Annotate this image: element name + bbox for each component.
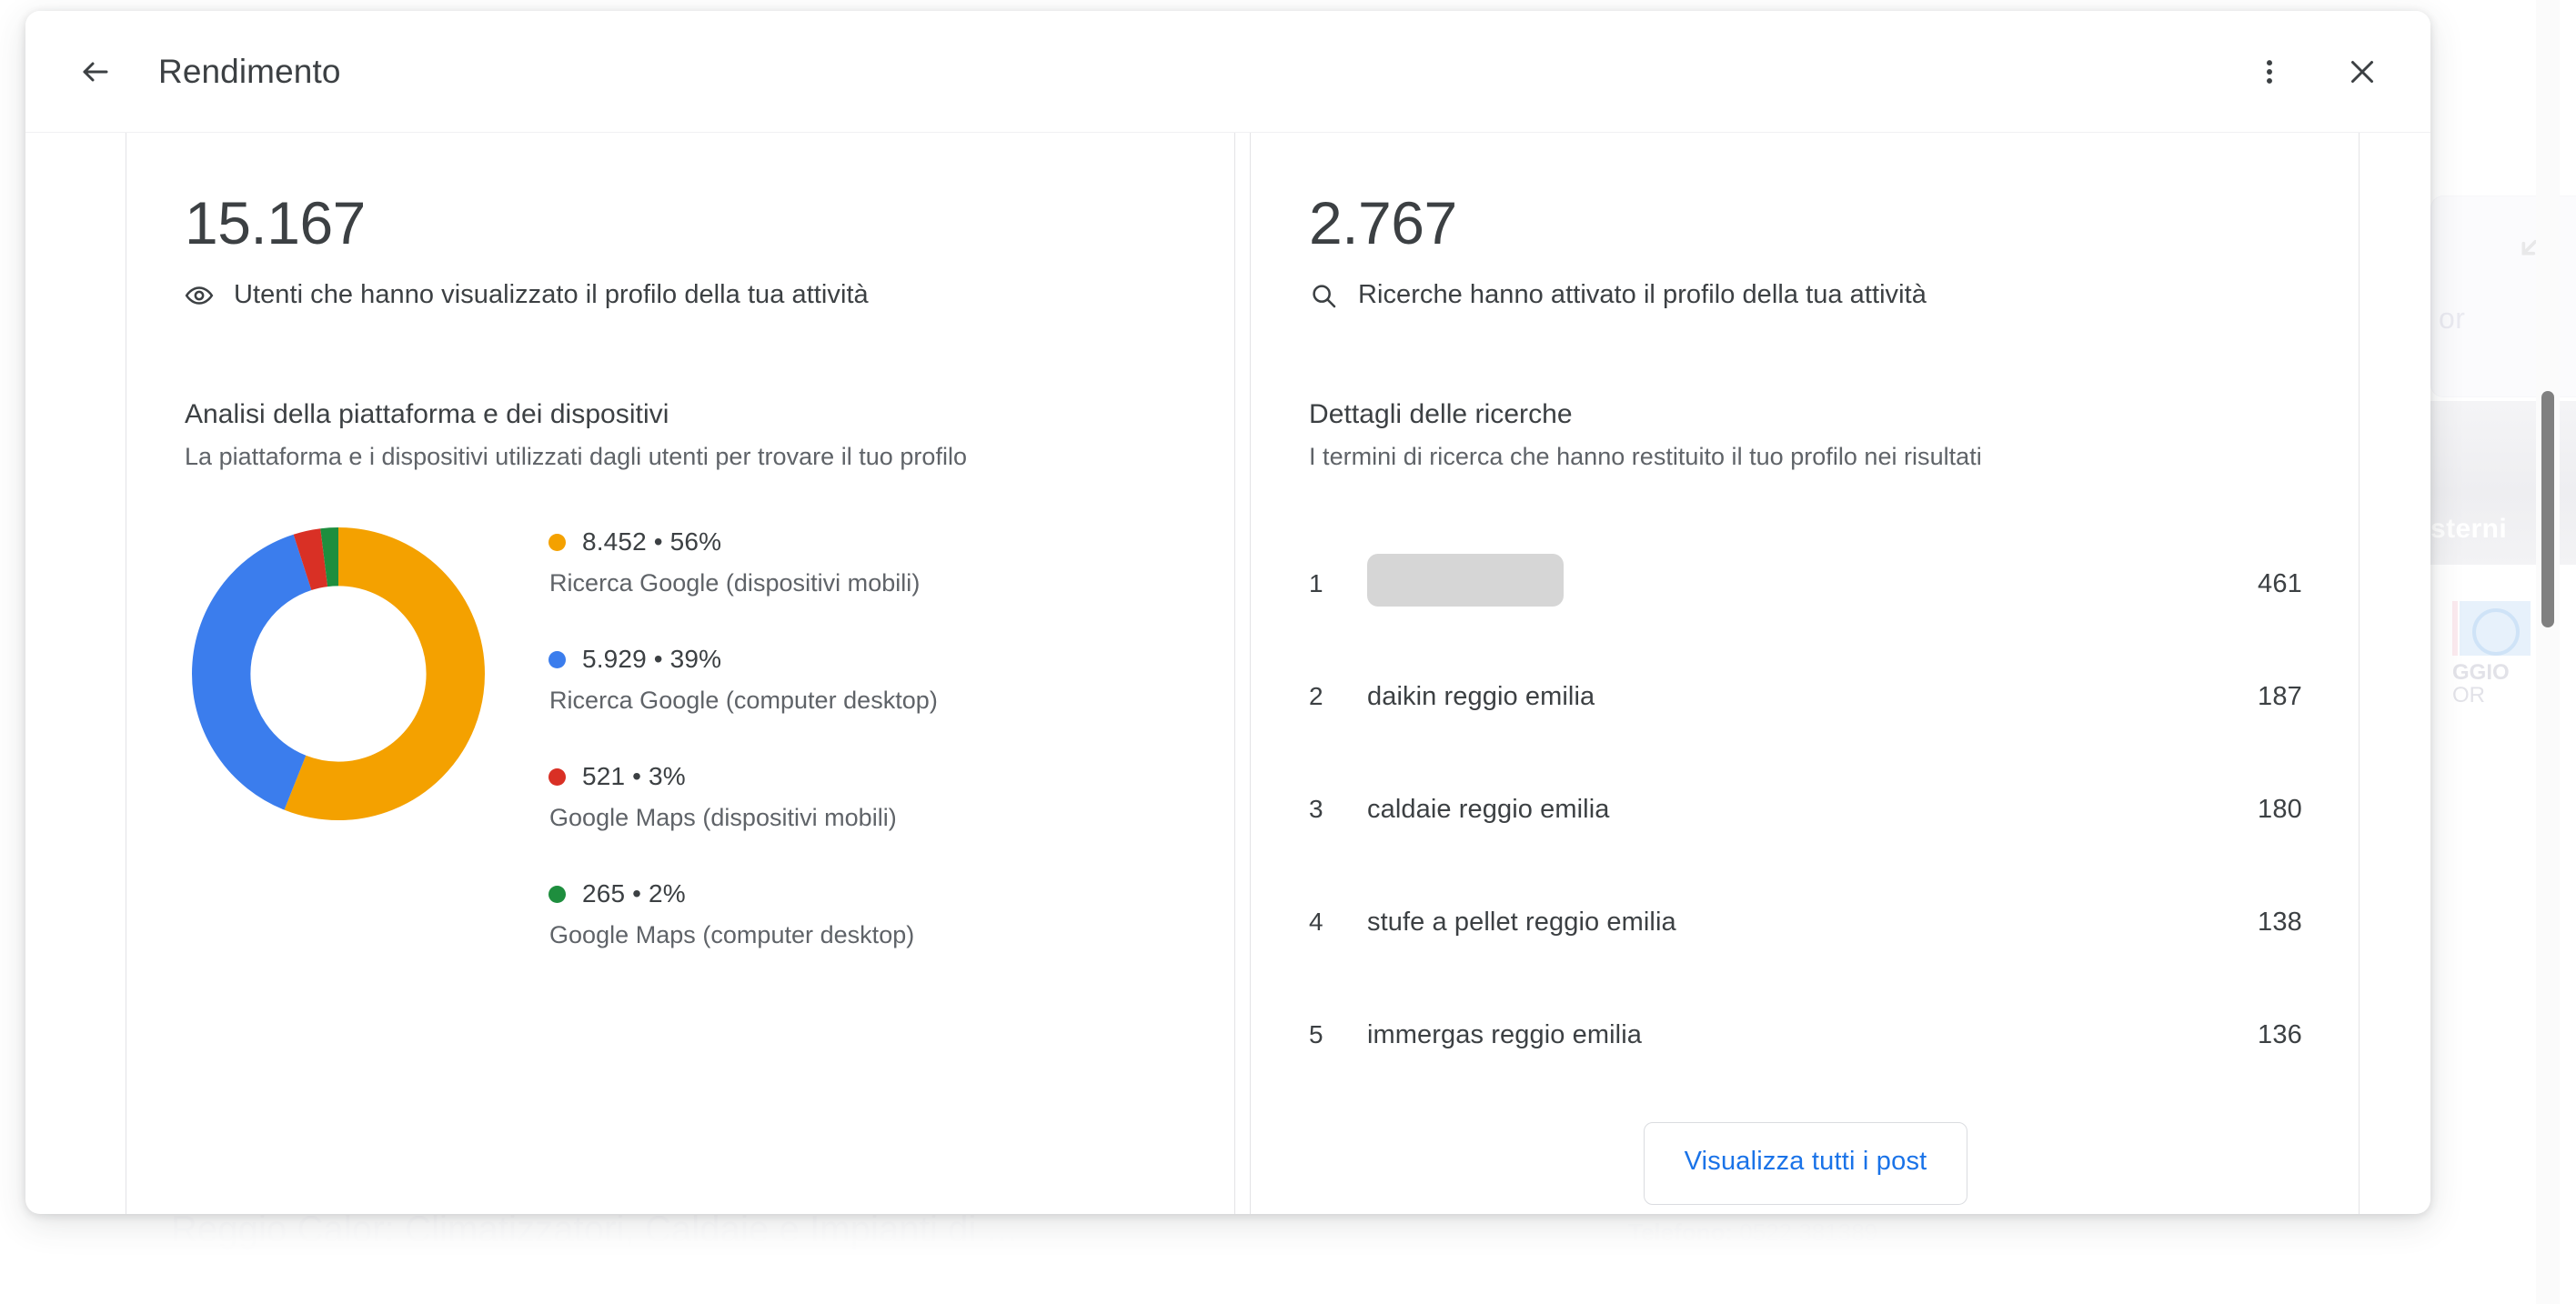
- platform-section-subtitle: La piattaforma e i dispositivi utilizzat…: [185, 443, 968, 470]
- term-count: 180: [2258, 794, 2302, 824]
- legend-color-dot: [548, 885, 566, 903]
- background-phone-row: Telefono: 0522 381389: [1628, 1219, 2447, 1247]
- platform-donut-chart: [192, 527, 485, 820]
- legend-item: 5.929 • 39% Ricerca Google (computer des…: [548, 645, 1178, 715]
- dialog-title: Rendimento: [158, 52, 341, 90]
- view-all-posts-button[interactable]: Visualizza tutti i post: [1643, 1122, 1968, 1205]
- views-metric-value: 15.167: [185, 189, 366, 256]
- background-rail-logo: GGIO OR: [2436, 601, 2536, 707]
- background-business-name: Reggio Calor: [171, 1274, 318, 1301]
- background-province-label: Provincia:: [1628, 1290, 1743, 1304]
- eye-icon: [185, 281, 214, 310]
- term-text: stufe a pellet reggio emilia: [1367, 907, 1676, 937]
- legend-value: 5.929 • 39%: [582, 645, 722, 673]
- arrow-left-icon: [79, 55, 112, 88]
- redacted-term-blob: [1367, 554, 1564, 607]
- back-button[interactable]: [67, 44, 124, 100]
- legend-label: Google Maps (dispositivi mobili): [549, 804, 897, 831]
- table-row[interactable]: 2 daikin reggio emilia 187: [1309, 640, 2302, 753]
- legend-item: 265 • 2% Google Maps (computer desktop): [548, 879, 1178, 949]
- searches-metric-row: Ricerche hanno attivato il profilo della…: [1309, 280, 2302, 310]
- legend-color-dot: [548, 533, 566, 551]
- background-business-description: Reggio Calor si occupa di Impianti di ri…: [171, 1274, 1590, 1302]
- term-rank: 4: [1309, 908, 1323, 936]
- legend-item: 8.452 • 56% Ricerca Google (dispositivi …: [548, 527, 1178, 597]
- background-rail-logo-badge: [2452, 601, 2531, 656]
- term-rank: 3: [1309, 795, 1323, 823]
- background-province-row: Provincia: Provincia di Reggio Emilia: [1628, 1290, 2447, 1304]
- term-rank: 2: [1309, 682, 1323, 710]
- term-count: 138: [2258, 907, 2302, 937]
- legend-label: Ricerca Google (dispositivi mobili): [549, 569, 921, 597]
- dialog-header-actions: [2241, 44, 2390, 100]
- background-phone-label: Telefono:: [1628, 1219, 1734, 1246]
- background-rail-photo-label: sterni: [2430, 514, 2508, 544]
- term-text: caldaie reggio emilia: [1367, 794, 1610, 824]
- background-rail-logo-line1: GGIO: [2452, 660, 2510, 685]
- body-right-gutter: [2360, 133, 2430, 1214]
- platform-section-title: Analisi della piattaforma e dei disposit…: [185, 399, 669, 429]
- background-contact-info: Telefono: 0522 381389 Provincia: Provinc…: [1628, 1219, 2447, 1304]
- term-count: 187: [2258, 681, 2302, 711]
- legend-value: 8.452 • 56%: [582, 527, 722, 556]
- panel-divider-gap: [1235, 133, 1250, 1214]
- searches-metric-value: 2.767: [1309, 189, 1457, 256]
- table-row[interactable]: 3 caldaie reggio emilia 180: [1309, 753, 2302, 866]
- close-button[interactable]: [2334, 44, 2390, 100]
- searches-metric-caption: Ricerche hanno attivato il profilo della…: [1358, 280, 1927, 309]
- term-text: [1367, 554, 2220, 614]
- dialog-body: 15.167 Utenti che hanno visualizzato il …: [25, 132, 2430, 1214]
- table-row[interactable]: 5 immergas reggio emilia 136: [1309, 978, 2302, 1091]
- term-rank: 5: [1309, 1020, 1323, 1048]
- search-terms-list: 1 461 2 daikin reggio emilia 187 3 calda…: [1309, 527, 2302, 1091]
- table-row[interactable]: 4 stufe a pellet reggio emilia 138: [1309, 866, 2302, 978]
- term-text: immergas reggio emilia: [1367, 1019, 1642, 1049]
- donut-chart-svg: [192, 527, 485, 820]
- performance-dialog: Rendimento 15.167 Utenti che hanno visua…: [25, 11, 2430, 1214]
- page-scrollbar[interactable]: [2536, 0, 2560, 1304]
- views-metric-row: Utenti che hanno visualizzato il profilo…: [185, 280, 1178, 310]
- panel-search-details: 2.767 Ricerche hanno attivato il profilo…: [1250, 133, 2360, 1214]
- background-rail-logo-line2: OR: [2452, 683, 2485, 708]
- search-section-subtitle: I termini di ricerca che hanno restituit…: [1309, 443, 1982, 470]
- background-business-description-text: si occupa di Impianti di riscaldamento e…: [317, 1274, 1068, 1301]
- platform-legend: 8.452 • 56% Ricerca Google (dispositivi …: [548, 520, 1178, 949]
- views-metric-caption: Utenti che hanno visualizzato il profilo…: [234, 280, 869, 309]
- legend-label: Ricerca Google (computer desktop): [549, 687, 938, 714]
- swirl-icon: [2472, 608, 2520, 656]
- background-province-value: Provincia di Reggio Emilia: [1742, 1290, 2024, 1304]
- platform-breakdown: 8.452 • 56% Ricerca Google (dispositivi …: [185, 520, 1178, 949]
- background-business-info: Reggio Calor: Climatizzatori, Caldaie e …: [171, 1209, 1590, 1302]
- panel-platform-breakdown: 15.167 Utenti che hanno visualizzato il …: [126, 133, 1235, 1214]
- page-scrollbar-thumb[interactable]: [2541, 391, 2554, 627]
- legend-item: 521 • 3% Google Maps (dispositivi mobili…: [548, 762, 1178, 832]
- legend-color-dot: [548, 767, 566, 786]
- more-vert-icon: [2254, 56, 2285, 87]
- close-icon: [2346, 55, 2379, 88]
- background-rail-logo-text: GGIO OR: [2452, 661, 2536, 707]
- view-all-posts-wrap: Visualizza tutti i post: [1309, 1122, 2302, 1205]
- legend-label: Google Maps (computer desktop): [549, 921, 915, 948]
- legend-color-dot: [548, 650, 566, 668]
- body-left-gutter: [25, 133, 126, 1214]
- term-text: daikin reggio emilia: [1367, 681, 1595, 711]
- term-count: 461: [2258, 568, 2302, 598]
- term-rank: 1: [1309, 569, 1323, 597]
- background-business-title: Reggio Calor: Climatizzatori, Caldaie e …: [171, 1209, 1018, 1249]
- search-section-title: Dettagli delle ricerche: [1309, 399, 1573, 429]
- more-options-button[interactable]: [2241, 44, 2298, 100]
- legend-value: 265 • 2%: [582, 879, 686, 908]
- legend-value: 521 • 3%: [582, 762, 686, 790]
- table-row[interactable]: 1 461: [1309, 527, 2302, 640]
- background-rail-word: or: [2439, 302, 2466, 335]
- background-phone-value: 0522 381389: [1733, 1219, 1878, 1246]
- dialog-header: Rendimento: [25, 11, 2430, 132]
- search-icon: [1309, 281, 1338, 310]
- term-count: 136: [2258, 1019, 2302, 1049]
